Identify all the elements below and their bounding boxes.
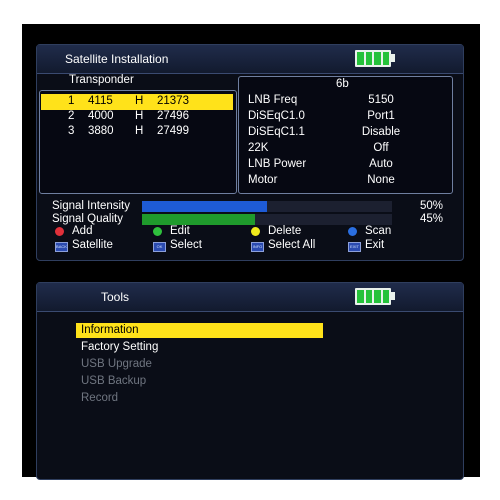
setting-value[interactable]: Auto (352, 158, 410, 170)
legend-label: Scan (365, 225, 392, 237)
satellite-panel-header: Satellite Installation (37, 45, 463, 74)
setting-value[interactable]: Disable (352, 126, 410, 138)
signal-quality-fill (142, 214, 255, 225)
transponder-freq: 3880 (88, 125, 114, 137)
signal-intensity-fill (142, 201, 267, 212)
back-key-icon: BACK (55, 242, 68, 252)
transponder-pol: H (135, 125, 144, 137)
transponder-index: 2 (68, 110, 75, 122)
transponder-symbol: 27499 (157, 125, 189, 137)
legend-label: Satellite (72, 239, 113, 251)
setting-value[interactable]: None (352, 174, 410, 186)
tools-menu-item[interactable]: Factory Setting (76, 340, 323, 355)
tools-menu-item: USB Upgrade (81, 358, 152, 370)
panel-title: Satellite Installation (65, 52, 169, 66)
setting-value[interactable]: 5150 (352, 94, 410, 106)
tools-menu-item[interactable]: Information (76, 323, 323, 338)
red-dot-icon (55, 227, 64, 236)
setting-value[interactable]: Port1 (352, 110, 410, 122)
transponder-freq: 4115 (88, 95, 113, 107)
battery-tip (391, 292, 395, 300)
ok-key-icon: OK (153, 242, 166, 252)
transponder-row[interactable]: 2 4000 H 27496 (41, 109, 233, 125)
exit-key-icon: EXIT (348, 242, 361, 252)
legend-label: Select (170, 239, 202, 251)
legend-label: Delete (268, 225, 302, 237)
transponder-index: 1 (68, 95, 75, 107)
transponder-pol: H (135, 95, 144, 107)
transponder-freq: 4000 (88, 110, 114, 122)
transponder-index: 3 (68, 125, 75, 137)
tools-panel-header: Tools (37, 283, 463, 312)
legend-label: Select All (268, 239, 316, 251)
transponder-symbol: 27496 (157, 110, 189, 122)
green-dot-icon (153, 227, 162, 236)
setting-label: DiSEqC1.0 (248, 110, 305, 122)
yellow-dot-icon (251, 227, 260, 236)
transponder-pol: H (135, 110, 144, 122)
battery-icon (355, 288, 391, 305)
blue-dot-icon (348, 227, 357, 236)
transponder-symbol: 21373 (157, 95, 189, 107)
battery-icon (355, 50, 391, 67)
setting-value[interactable]: Off (352, 142, 410, 154)
signal-quality-value: 45% (420, 213, 444, 225)
legend-label: Edit (170, 225, 190, 237)
tools-menu-item: Record (81, 392, 119, 404)
tools-title: Tools (101, 290, 130, 304)
transponder-heading: Transponder (69, 74, 134, 86)
tools-menu-item: USB Backup (81, 375, 147, 387)
transponder-row[interactable]: 3 3880 H 27499 (41, 124, 233, 140)
signal-quality-bar (142, 214, 392, 225)
setting-label: Motor (248, 174, 278, 186)
setting-label: 22K (248, 142, 269, 154)
battery-tip (391, 54, 395, 62)
satellite-name: 6b (336, 78, 349, 90)
signal-quality-label: Signal Quality (52, 213, 123, 225)
legend-label: Exit (365, 239, 385, 251)
signal-intensity-bar (142, 201, 392, 212)
setting-label: DiSEqC1.1 (248, 126, 305, 138)
legend-label: Add (72, 225, 93, 237)
signal-intensity-label: Signal Intensity (52, 200, 130, 212)
transponder-row[interactable]: 1 4115 H 21373 (41, 94, 233, 110)
setting-label: LNB Freq (248, 94, 298, 106)
tv-screen: Satellite Installation Transponder 1 4115… (0, 0, 500, 500)
setting-label: LNB Power (248, 158, 307, 170)
signal-intensity-value: 50% (420, 200, 444, 212)
info-key-icon: INFO (251, 242, 264, 252)
